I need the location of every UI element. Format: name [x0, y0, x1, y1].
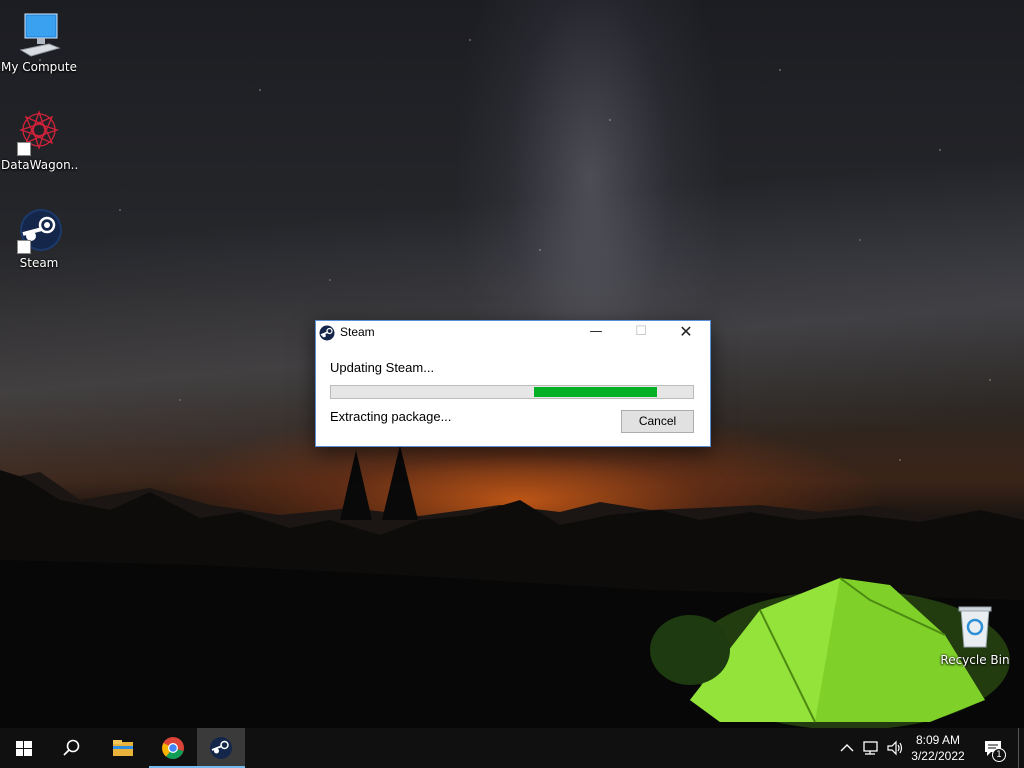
action-center-button[interactable]	[980, 728, 1008, 768]
desktop: My Computer DataWagon... Steam Recycle B…	[0, 0, 1024, 728]
recycle-bin-icon	[958, 606, 992, 648]
desktop-icon-label: Recycle Bin	[940, 653, 1010, 667]
dialog-title: Steam	[340, 325, 375, 339]
desktop-icon-label: My Computer	[1, 60, 77, 74]
steam-update-dialog: Steam — ☐ ✕ Updating Steam... Extracting…	[315, 320, 711, 447]
minimize-button[interactable]: —	[574, 321, 618, 345]
desktop-icon-datawagon[interactable]: DataWagon...	[1, 108, 77, 172]
show-desktop-button[interactable]	[1018, 728, 1024, 768]
shortcut-arrow-icon	[17, 142, 31, 156]
desktop-icon-my-computer[interactable]: My Computer	[1, 10, 77, 74]
maximize-button: ☐	[619, 321, 663, 345]
clock-date: 3/22/2022	[911, 749, 965, 763]
start-icon	[16, 741, 32, 756]
update-progress-bar	[330, 385, 694, 399]
start-button[interactable]	[0, 728, 48, 768]
desktop-icon-label: DataWagon...	[1, 158, 77, 172]
search-icon	[63, 739, 80, 756]
file-explorer-icon	[113, 740, 133, 756]
shortcut-arrow-icon	[17, 240, 31, 254]
dialog-titlebar[interactable]: Steam — ☐ ✕	[316, 321, 710, 345]
search-button[interactable]	[48, 728, 96, 768]
update-status-text: Updating Steam...	[330, 360, 435, 375]
steam-icon	[210, 737, 232, 759]
maximize-icon: ☐	[635, 324, 647, 339]
clock-time: 8:09 AM	[915, 733, 961, 747]
desktop-icon-label: Steam	[19, 256, 59, 270]
close-button[interactable]: ✕	[664, 321, 708, 345]
volume-icon[interactable]	[886, 739, 904, 757]
minimize-icon: —	[589, 324, 603, 339]
notification-count-badge: 1	[992, 748, 1006, 762]
network-icon[interactable]	[862, 739, 880, 757]
monitor-icon	[19, 13, 61, 57]
chrome-icon	[162, 737, 184, 759]
steam-icon	[319, 325, 335, 341]
cancel-button[interactable]: Cancel	[621, 410, 694, 433]
desktop-icon-recycle-bin[interactable]: Recycle Bin	[937, 603, 1013, 667]
taskbar-chrome[interactable]	[149, 728, 197, 768]
chevron-up-icon[interactable]	[838, 739, 856, 757]
progress-fill	[534, 387, 657, 397]
desktop-icon-steam[interactable]: Steam	[1, 206, 77, 270]
close-icon: ✕	[679, 322, 693, 341]
taskbar-steam[interactable]	[197, 728, 245, 768]
taskbar-clock[interactable]: 8:09 AM 3/22/2022	[906, 732, 970, 764]
taskbar: 8:09 AM 3/22/2022 1	[0, 728, 1024, 768]
update-detail-text: Extracting package...	[330, 409, 452, 424]
taskbar-file-explorer[interactable]	[99, 728, 147, 768]
